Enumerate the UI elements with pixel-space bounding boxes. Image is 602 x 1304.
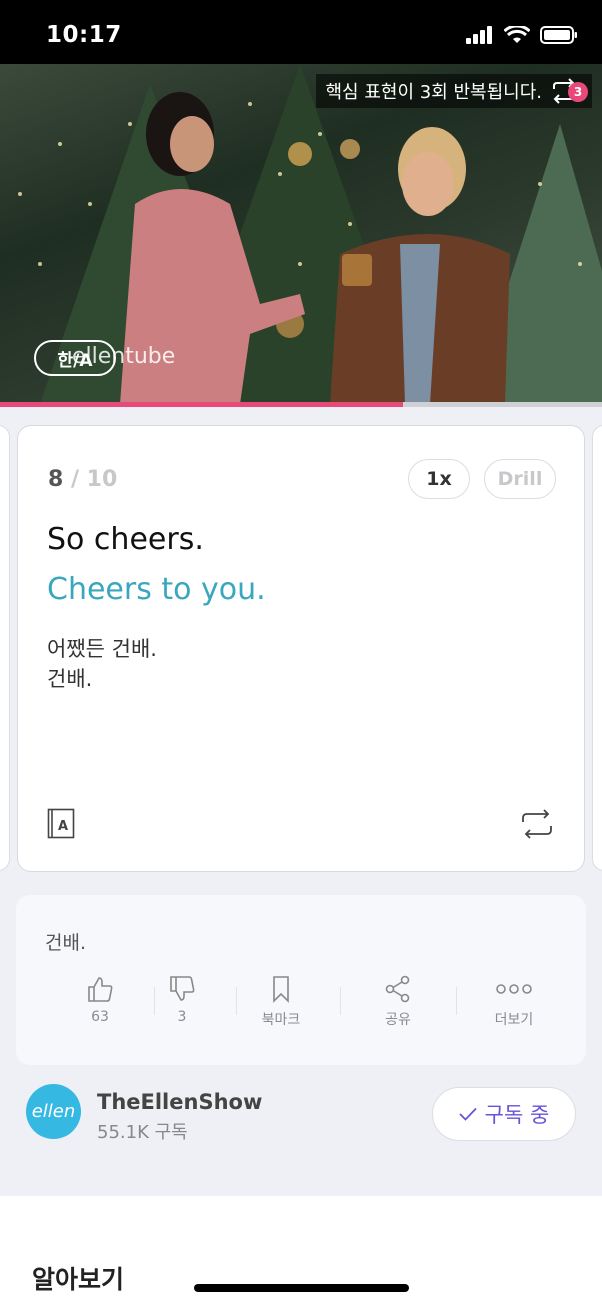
- speed-button[interactable]: 1x: [408, 459, 470, 499]
- previous-card-peek[interactable]: [0, 425, 10, 871]
- like-count: 63: [91, 1009, 109, 1025]
- repeat-banner-text: 핵심 표현이 3회 반복됩니다.: [325, 82, 543, 103]
- video-player[interactable]: 핵심 표현이 3회 반복됩니다. 3 ellentube 한/A: [0, 64, 602, 404]
- status-time: 10:17: [46, 22, 122, 48]
- video-progress-bar[interactable]: [0, 402, 602, 407]
- checkmark-icon: [459, 1107, 477, 1121]
- next-card-peek[interactable]: [592, 425, 602, 871]
- share-label: 공유: [385, 1012, 411, 1028]
- sentence-counter: 8 / 10: [48, 467, 117, 492]
- thumbs-up-icon: [88, 977, 113, 1002]
- section-title: 알아보기: [32, 1265, 125, 1294]
- channel-avatar[interactable]: ellen: [26, 1084, 81, 1139]
- action-bar: 63 3 북마크 공유 더보기: [44, 975, 570, 1035]
- repeat-badge[interactable]: 3: [550, 78, 588, 104]
- loop-button[interactable]: [520, 808, 554, 840]
- drill-button[interactable]: Drill: [484, 459, 556, 499]
- bookmark-label: 북마크: [261, 1012, 301, 1028]
- action-divider: [236, 987, 237, 1015]
- counter-separator: /: [63, 467, 87, 492]
- loop-icon: [522, 809, 552, 839]
- language-toggle[interactable]: 한/A: [34, 340, 116, 376]
- status-bar: 10:17: [0, 0, 602, 64]
- sentence-translation: 어쨌든 건배. 건배.: [47, 634, 157, 694]
- repeat-count: 3: [568, 82, 588, 102]
- share-button[interactable]: 공유: [358, 975, 438, 1029]
- more-label: 더보기: [494, 1012, 534, 1028]
- sentence-main: So cheers.: [47, 522, 204, 557]
- dislike-count: 3: [177, 1009, 187, 1025]
- explore-section: 알아보기: [0, 1196, 602, 1304]
- wifi-icon: [504, 26, 530, 43]
- dislike-button[interactable]: 3: [142, 975, 222, 1025]
- more-button[interactable]: 더보기: [474, 975, 554, 1029]
- action-divider: [456, 987, 457, 1015]
- battery-icon: [540, 26, 577, 44]
- share-icon: [385, 975, 410, 1003]
- subscriber-count: 55.1K 구독: [97, 1122, 188, 1143]
- repeat-banner: 핵심 표현이 3회 반복됩니다. 3: [315, 74, 592, 108]
- video-progress-fill: [0, 402, 404, 407]
- sentence-card: 8 / 10 1x Drill So cheers. Cheers to you…: [17, 425, 585, 872]
- sentence-highlight: Cheers to you.: [47, 572, 266, 607]
- subscribed-label: 구독 중: [484, 1103, 550, 1127]
- translation-line-2: 건배.: [47, 667, 93, 691]
- counter-total: 10: [86, 467, 118, 492]
- bookmark-icon: [273, 976, 289, 1003]
- video-info-panel: 건배. 63 3 북마크 공유 더보기: [16, 895, 586, 1065]
- status-icons: [466, 26, 578, 44]
- dictionary-icon: A: [47, 808, 75, 839]
- translation-line-1: 어쨌든 건배.: [47, 637, 157, 661]
- signal-icon: [466, 26, 492, 44]
- video-description: 건배.: [45, 932, 86, 954]
- action-divider: [340, 987, 341, 1015]
- dictionary-button[interactable]: A: [47, 808, 77, 840]
- subscribed-button[interactable]: 구독 중: [432, 1087, 576, 1141]
- bookmark-button[interactable]: 북마크: [241, 975, 321, 1029]
- channel-row: ellen TheEllenShow 55.1K 구독 구독 중: [0, 1080, 602, 1152]
- more-icon: [496, 984, 532, 994]
- home-indicator[interactable]: [194, 1284, 409, 1292]
- svg-text:A: A: [58, 819, 68, 834]
- channel-name[interactable]: TheEllenShow: [97, 1090, 262, 1114]
- thumbs-down-icon: [170, 976, 195, 1001]
- like-button[interactable]: 63: [60, 975, 140, 1025]
- counter-current: 8: [48, 467, 64, 492]
